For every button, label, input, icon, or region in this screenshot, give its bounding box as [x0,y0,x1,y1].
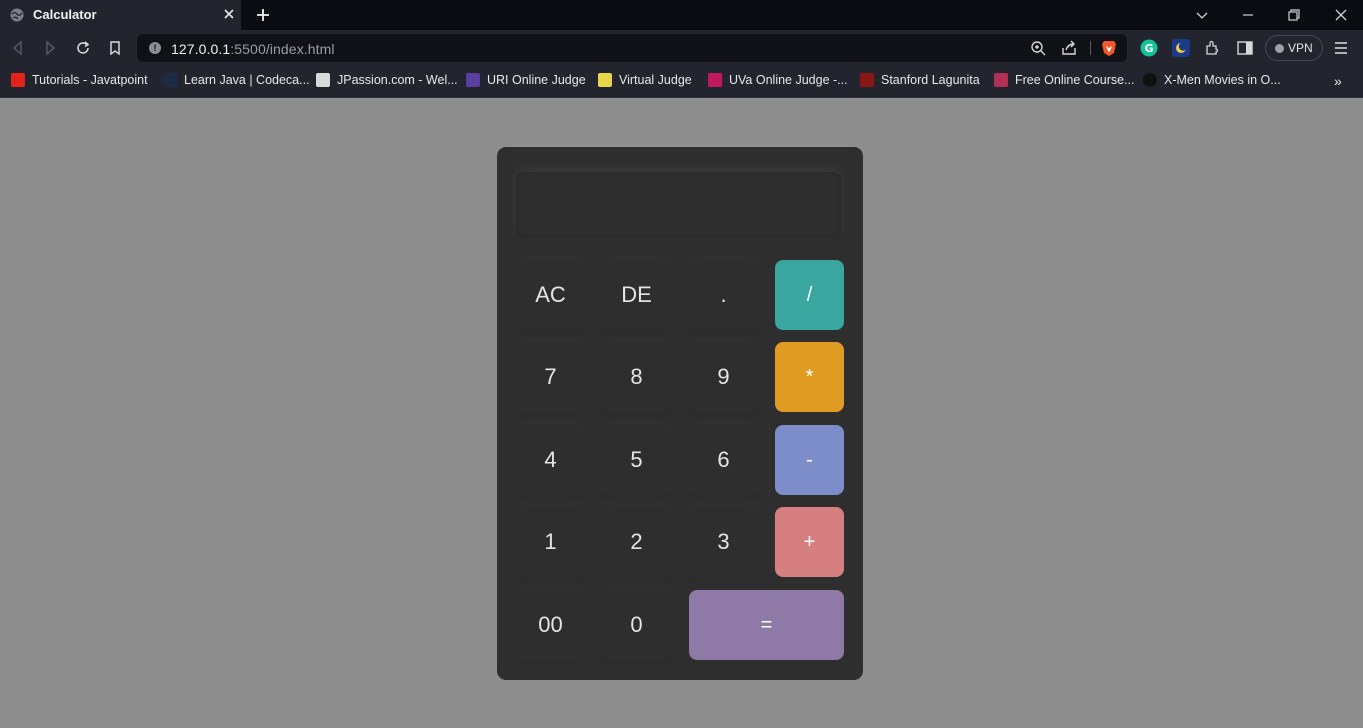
key-00[interactable]: 00 [516,590,585,660]
hamburger-menu-icon[interactable] [1333,40,1349,56]
bookmark-label: URI Online Judge [487,73,586,87]
sidebar-icon[interactable] [1236,39,1254,57]
key-equals[interactable]: = [689,590,844,660]
uva-icon [708,73,722,87]
key-4[interactable]: 4 [516,425,585,495]
address-bar[interactable]: ! 127.0.0.1:5500/index.html [137,34,1127,62]
key-9[interactable]: 9 [689,342,758,412]
globe-icon [10,8,24,22]
key-delete[interactable]: DE [602,260,671,330]
url-separator [1090,41,1091,55]
xmen-icon [1143,73,1157,87]
bookmark-label: X-Men Movies in O... [1164,73,1281,87]
key-0[interactable]: 0 [602,590,671,660]
minimize-icon[interactable] [1240,7,1256,23]
stanford-icon [860,73,874,87]
codecademy-icon [163,73,177,87]
bookmark-item[interactable]: JPassion.com - Wel... [316,66,458,94]
key-decimal[interactable]: . [689,260,758,330]
key-clear[interactable]: AC [516,260,585,330]
key-divide[interactable]: / [775,260,844,330]
key-1[interactable]: 1 [516,507,585,577]
more-bookmarks-chevron-icon[interactable]: » [1334,73,1342,89]
bookmarks-bar: Tutorials - Javatpoint Learn Java | Code… [0,66,1363,98]
brave-shields-icon[interactable] [1100,39,1118,57]
tab-bar: Calculator [0,0,1363,30]
extensions-icon[interactable] [1204,39,1222,57]
reload-icon[interactable] [75,40,91,56]
back-icon[interactable] [10,40,26,56]
key-2[interactable]: 2 [602,507,671,577]
bookmark-item[interactable]: Tutorials - Javatpoint [11,66,148,94]
jpassion-icon [316,73,330,87]
vpn-label: VPN [1288,41,1313,55]
bookmark-item[interactable]: Stanford Lagunita [860,66,980,94]
bookmark-item[interactable]: URI Online Judge [466,66,586,94]
calculator: AC DE . / 7 8 9 * 4 5 6 - 1 2 3 + 00 0 = [497,147,863,680]
url-path: :5500/index.html [230,41,335,57]
bookmark-label: Tutorials - Javatpoint [32,73,148,87]
bookmark-item[interactable]: Free Online Course... [994,66,1135,94]
bookmark-item[interactable]: X-Men Movies in O... [1143,66,1281,94]
javatpoint-icon [11,73,25,87]
vpn-button[interactable]: VPN [1265,35,1323,61]
key-3[interactable]: 3 [689,507,758,577]
tab-calculator[interactable]: Calculator [0,0,241,30]
vpn-status-icon [1275,44,1284,53]
url-text[interactable]: 127.0.0.1:5500/index.html [171,41,335,57]
bookmark-icon[interactable] [107,40,123,56]
bookmark-label: Learn Java | Codeca... [184,73,310,87]
vjudge-icon [598,73,612,87]
bookmark-label: Free Online Course... [1015,73,1135,87]
bookmark-label: Virtual Judge [619,73,692,87]
key-add[interactable]: + [775,507,844,577]
bookmark-item[interactable]: Learn Java | Codeca... [163,66,310,94]
navigation-bar: ! 127.0.0.1:5500/index.html G VPN [0,30,1363,66]
zoom-icon[interactable] [1030,40,1046,56]
share-icon[interactable] [1061,40,1077,56]
key-8[interactable]: 8 [602,342,671,412]
key-5[interactable]: 5 [602,425,671,495]
key-6[interactable]: 6 [689,425,758,495]
site-info-icon[interactable]: ! [149,42,161,54]
night-mode-icon[interactable] [1172,39,1190,57]
key-multiply[interactable]: * [775,342,844,412]
forward-icon[interactable] [42,40,58,56]
key-7[interactable]: 7 [516,342,585,412]
restore-icon[interactable] [1286,7,1302,23]
bookmark-label: JPassion.com - Wel... [337,73,458,87]
close-icon[interactable] [222,7,236,21]
key-subtract[interactable]: - [775,425,844,495]
svg-text:G: G [1144,42,1153,55]
course-icon [994,73,1008,87]
uri-icon [466,73,480,87]
window-close-icon[interactable] [1333,7,1349,23]
bookmark-label: Stanford Lagunita [881,73,980,87]
bookmark-item[interactable]: Virtual Judge [598,66,692,94]
bookmark-item[interactable]: UVa Online Judge -... [708,66,848,94]
new-tab-icon[interactable] [255,7,271,23]
url-host: 127.0.0.1 [171,41,231,57]
tab-title: Calculator [33,7,97,22]
tab-list-chevron-icon[interactable] [1194,7,1210,23]
grammarly-icon[interactable]: G [1140,39,1158,57]
calculator-display [516,172,841,238]
bookmark-label: UVa Online Judge -... [729,73,848,87]
